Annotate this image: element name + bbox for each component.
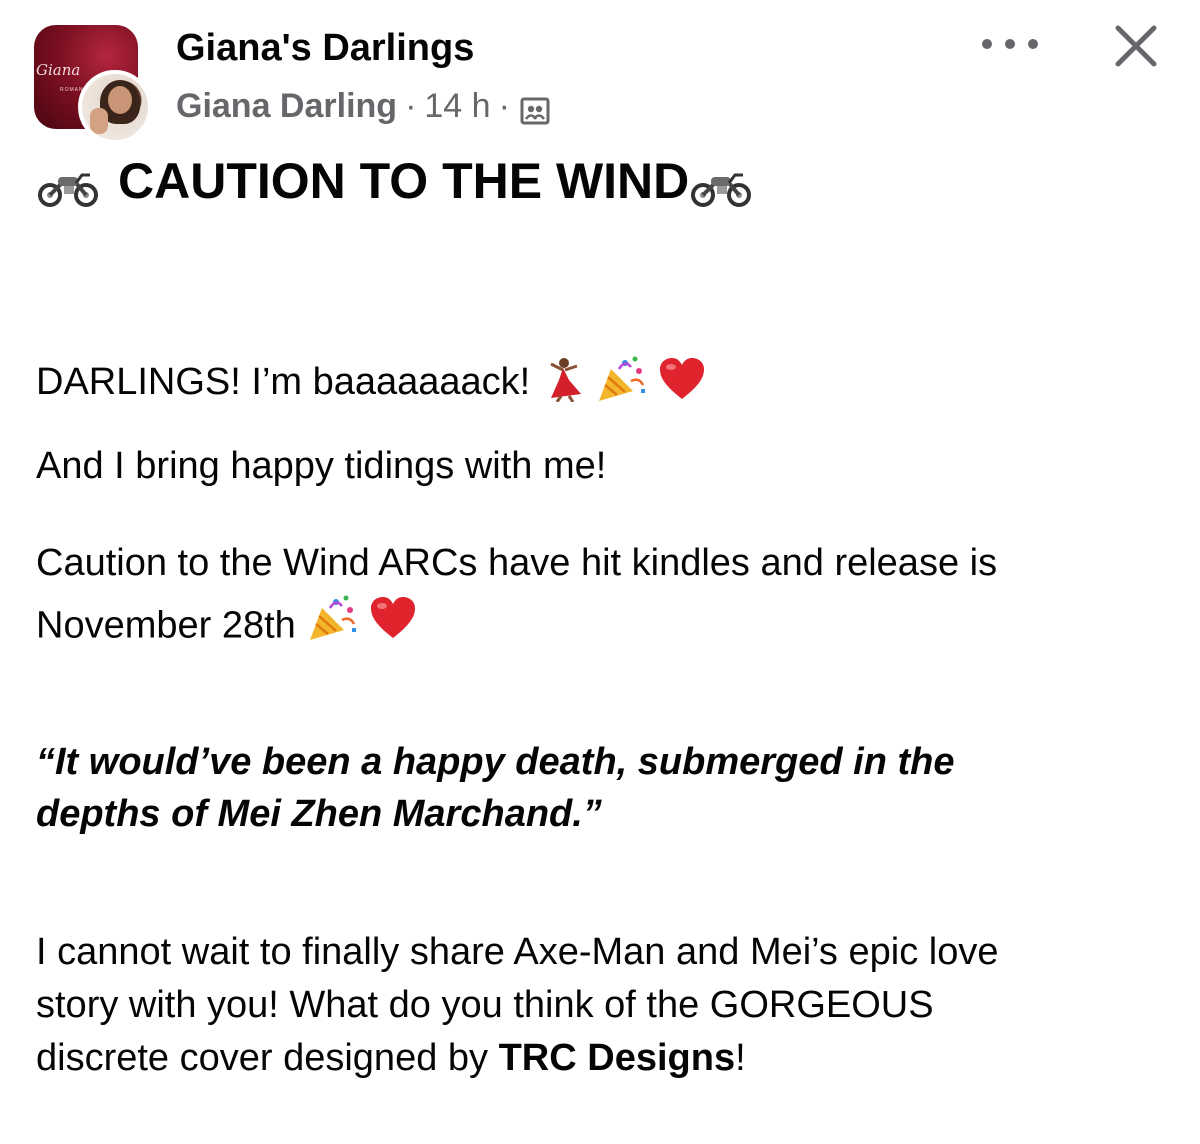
author-name-link[interactable]: Giana Darling (176, 87, 397, 126)
red-heart-emoji (658, 357, 706, 411)
red-heart-emoji (369, 596, 417, 659)
post-title-text: CAUTION TO THE WIND (118, 153, 690, 209)
party-popper-emoji (306, 594, 358, 661)
group-avatar-logo-text: Giana (36, 61, 81, 79)
motorcycle-icon (36, 161, 100, 207)
group-audience-icon (520, 95, 550, 124)
close-button[interactable] (1112, 22, 1160, 70)
post-quote: “It would’ve been a happy death, submerg… (36, 741, 955, 835)
post-title: CAUTION TO THE WIND (36, 152, 753, 210)
meta-separator: · (405, 87, 417, 125)
post-timestamp[interactable]: 14 h (424, 87, 490, 126)
post-closing-paragraph: I cannot wait to finally share Axe-Man a… (36, 931, 999, 1079)
more-options-button[interactable] (982, 28, 1038, 60)
post-meta: Giana Darling · 14 h · (176, 87, 550, 126)
meta-separator: · (498, 87, 510, 125)
author-avatar[interactable] (78, 70, 152, 144)
dancer-emoji (541, 356, 585, 412)
group-name-link[interactable]: Giana's Darlings (176, 27, 474, 70)
party-popper-emoji (595, 355, 647, 413)
designer-name: TRC Designs (498, 1037, 736, 1079)
close-icon (1115, 25, 1157, 67)
more-options-icon (982, 39, 992, 49)
post-line-arcs: Caution to the Wind ARCs have hit kindle… (36, 532, 997, 661)
motorcycle-icon (689, 161, 753, 207)
post-line-tidings: And I bring happy tidings with me! (36, 445, 607, 487)
post-line-greeting: DARLINGS! I’m baaaaaaack! (36, 355, 706, 413)
